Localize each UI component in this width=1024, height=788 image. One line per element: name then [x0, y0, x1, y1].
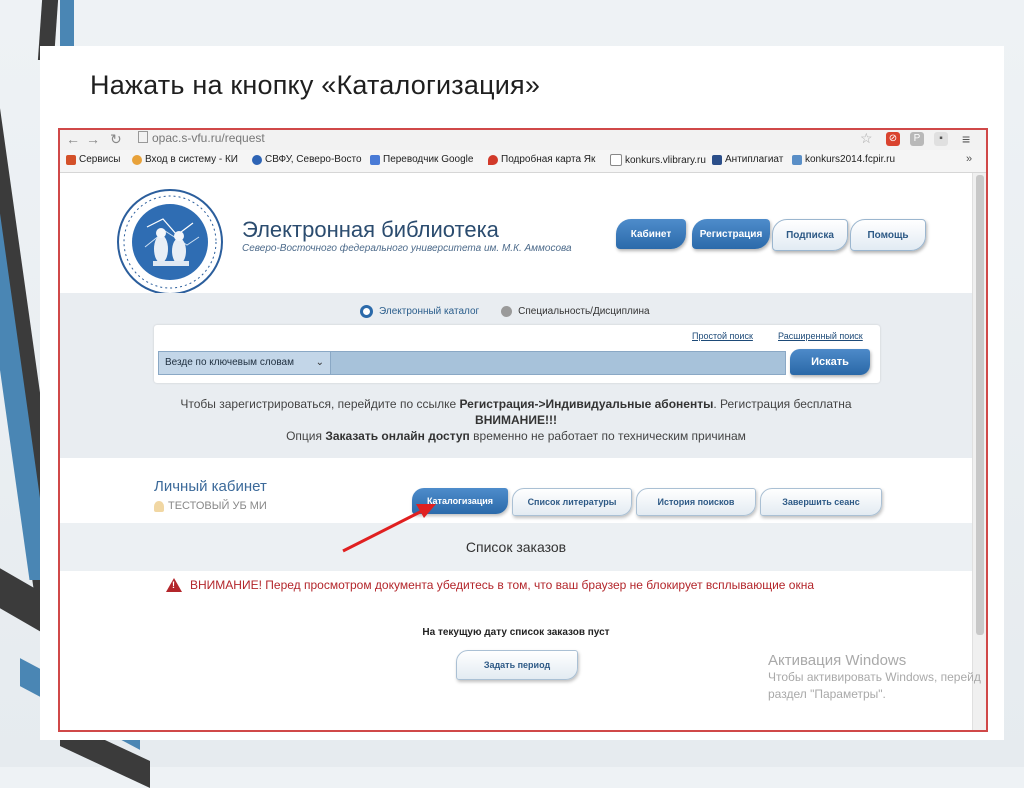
- chevron-down-icon: ⌄: [315, 357, 324, 368]
- web-page: Электронная библиотека Северо-Восточного…: [60, 173, 972, 730]
- browser-toolbar: ← → ↻ opac.s-vfu.ru/request ☆ ⊘ P ▪ ≡: [60, 130, 986, 151]
- radio-label: Специальность/Дисциплина: [518, 306, 650, 317]
- bookmark-icon: [252, 154, 262, 165]
- activation-title: Активация Windows: [768, 652, 907, 669]
- notice-text: Чтобы зарегистрироваться, перейдите по с…: [180, 397, 460, 411]
- literature-list-button[interactable]: Список литературы: [512, 488, 632, 516]
- bookmark-label: Переводчик Google: [383, 154, 474, 165]
- bookmarks-bar: Сервисы Вход в систему - КИ СВФУ, Северо…: [60, 150, 986, 173]
- notice-text: временно не работает по техническим прич…: [469, 429, 746, 443]
- bookmark-item[interactable]: Вход в систему - КИ: [132, 154, 238, 165]
- notice-text: Опция: [286, 429, 326, 443]
- cabinet-user: ТЕСТОВЫЙ УБ МИ: [154, 500, 267, 512]
- set-period-button[interactable]: Задать период: [456, 650, 578, 680]
- bookmark-item[interactable]: Антиплагиат: [712, 154, 783, 165]
- bookmark-icon: [792, 154, 802, 165]
- notice-link-text: Регистрация->Индивидуальные абоненты: [459, 397, 714, 411]
- warning-icon: !: [166, 578, 182, 592]
- bookmark-icon: [610, 154, 622, 166]
- bookmark-label: Подробная карта Як: [501, 154, 596, 165]
- menu-icon[interactable]: ≡: [962, 131, 970, 147]
- bookmark-item[interactable]: Подробная карта Як: [488, 154, 595, 165]
- search-scope-value: Везде по ключевым словам: [165, 357, 294, 368]
- extension-square-icon[interactable]: ▪: [934, 132, 948, 146]
- registration-button[interactable]: Регистрация: [692, 219, 770, 249]
- site-header: Электронная библиотека Северо-Восточного…: [60, 173, 972, 295]
- search-panel: Простой поиск Расширенный поиск Везде по…: [154, 325, 880, 383]
- bookmark-label: СВФУ, Северо-Восто: [265, 154, 362, 165]
- orders-header: Список заказов: [60, 523, 972, 571]
- warning-bold: ВНИМАНИЕ!: [190, 578, 262, 592]
- bookmark-item[interactable]: Переводчик Google: [370, 154, 473, 165]
- notice-bold-text: Заказать онлайн доступ: [325, 429, 470, 443]
- cabinet-button[interactable]: Кабинет: [616, 219, 686, 249]
- simple-search-link[interactable]: Простой поиск: [692, 331, 753, 341]
- scrollbar-thumb[interactable]: [976, 175, 984, 635]
- warning-text: ВНИМАНИЕ! Перед просмотром документа убе…: [190, 578, 814, 592]
- address-bar[interactable]: opac.s-vfu.ru/request: [138, 131, 838, 147]
- reload-icon[interactable]: ↻: [110, 131, 122, 148]
- library-logo-icon: [117, 189, 223, 295]
- attention-notice: ВНИМАНИЕ!!!: [475, 413, 557, 427]
- user-icon: [154, 500, 164, 512]
- search-scope-select[interactable]: Везде по ключевым словам ⌄: [159, 352, 331, 374]
- bookmark-icon: [132, 154, 142, 165]
- orders-empty-message: На текущую дату список заказов пуст: [422, 627, 610, 638]
- bookmark-label: Сервисы: [79, 154, 121, 165]
- windows-activation-watermark: Активация Windows Чтобы активировать Win…: [768, 652, 981, 703]
- site-title: Электронная библиотека: [242, 217, 499, 242]
- radio-label: Электронный каталог: [379, 306, 480, 317]
- bookmark-item[interactable]: konkurs2014.fcpir.ru: [792, 154, 895, 165]
- bookmark-label: konkurs2014.fcpir.ru: [805, 154, 896, 165]
- search-input[interactable]: Везде по ключевым словам ⌄: [158, 351, 786, 375]
- search-mode-radio-group: Электронный каталог Специальность/Дисцип…: [360, 305, 650, 318]
- url-text: opac.s-vfu.ru/request: [152, 131, 265, 145]
- site-subtitle: Северо-Восточного федерального университ…: [242, 243, 572, 254]
- pdf-extension-icon[interactable]: P: [910, 132, 924, 146]
- end-session-button[interactable]: Завершить сеанс: [760, 488, 882, 516]
- online-access-notice: Опция Заказать онлайн доступ временно не…: [60, 429, 972, 443]
- bookmark-icon: [712, 154, 722, 165]
- notice-text: . Регистрация бесплатна: [713, 397, 852, 411]
- bookmark-item[interactable]: СВФУ, Северо-Восто: [252, 154, 362, 165]
- apps-icon: [66, 154, 76, 165]
- bookmark-label: Антиплагиат: [725, 154, 784, 165]
- radio-specialty[interactable]: [501, 306, 513, 317]
- user-name: ТЕСТОВЫЙ УБ МИ: [168, 500, 267, 512]
- search-button[interactable]: Искать: [790, 349, 870, 375]
- star-icon[interactable]: ☆: [860, 130, 873, 147]
- orders-title: Список заказов: [465, 539, 567, 555]
- bookmark-services[interactable]: Сервисы: [66, 154, 120, 165]
- forward-icon[interactable]: →: [86, 131, 100, 147]
- page-icon: [138, 131, 148, 143]
- search-history-button[interactable]: История поисков: [636, 488, 756, 516]
- bookmark-label: Вход в систему - КИ: [145, 154, 238, 165]
- warning-body: Перед просмотром документа убедитесь в т…: [261, 578, 815, 592]
- registration-notice: Чтобы зарегистрироваться, перейдите по с…: [60, 397, 972, 411]
- help-button[interactable]: Помощь: [850, 219, 926, 251]
- search-section: Электронный каталог Специальность/Дисцип…: [60, 293, 972, 458]
- bookmark-item[interactable]: konkurs.vlibrary.ru: [610, 154, 706, 166]
- extension-icon[interactable]: ⊘: [886, 132, 900, 146]
- slide-title: Нажать на кнопку «Каталогизация»: [90, 70, 541, 100]
- cataloging-button[interactable]: Каталогизация: [412, 488, 508, 514]
- bookmark-label: konkurs.vlibrary.ru: [625, 154, 706, 166]
- bookmarks-overflow-icon[interactable]: »: [966, 153, 972, 165]
- cabinet-title: Личный кабинет: [154, 478, 267, 495]
- activation-line: Чтобы активировать Windows, перейд: [768, 670, 981, 684]
- bookmark-icon: [488, 154, 498, 165]
- popup-warning: ! ВНИМАНИЕ! Перед просмотром документа у…: [166, 578, 814, 592]
- scrollbar[interactable]: [972, 173, 986, 730]
- advanced-search-link[interactable]: Расширенный поиск: [778, 331, 863, 341]
- back-icon[interactable]: ←: [66, 131, 80, 147]
- activation-line: раздел "Параметры".: [768, 687, 886, 701]
- subscription-button[interactable]: Подписка: [772, 219, 848, 251]
- bookmark-icon: [370, 154, 380, 165]
- browser-screenshot: ← → ↻ opac.s-vfu.ru/request ☆ ⊘ P ▪ ≡ Се…: [58, 128, 988, 732]
- radio-electronic-catalog[interactable]: [360, 305, 373, 318]
